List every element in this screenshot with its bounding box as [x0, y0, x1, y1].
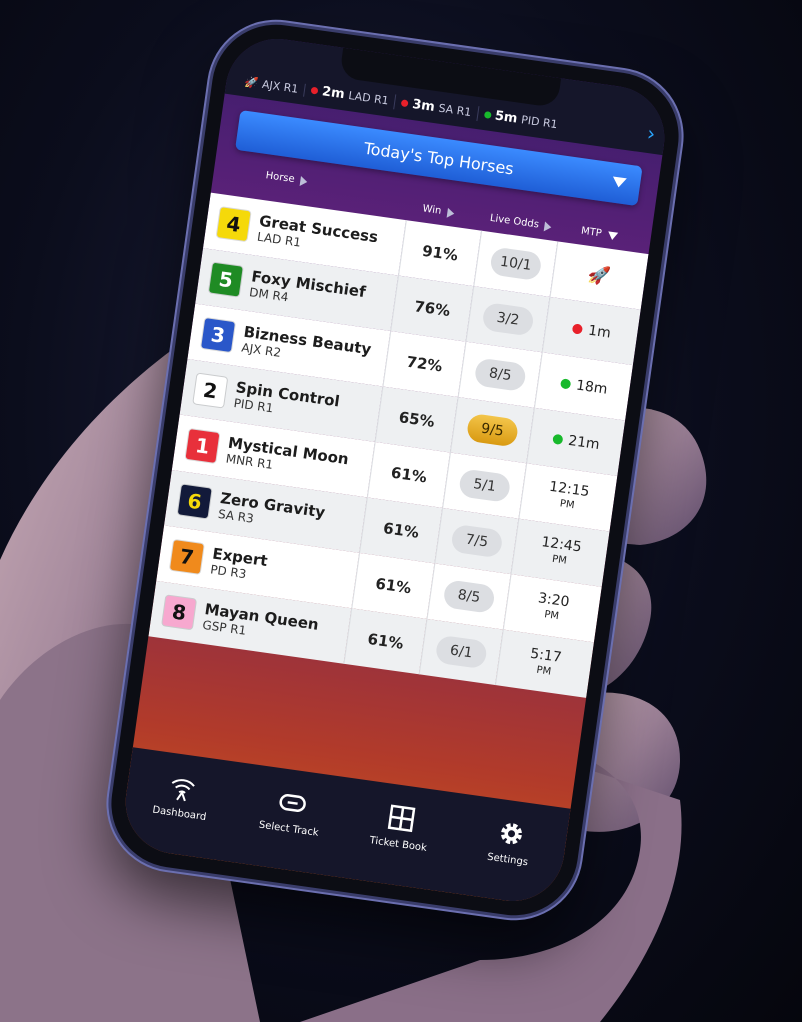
- win-percent: 91%: [397, 220, 482, 287]
- sort-arrow-icon: [446, 207, 455, 219]
- mtp-cell: 5:17 PM: [494, 629, 594, 698]
- ticker-track: SA R1: [437, 101, 473, 120]
- tab-ticket-book[interactable]: Ticket Book: [353, 797, 449, 856]
- sort-arrow-icon: [299, 175, 309, 187]
- mtp-minutes: 1m: [587, 322, 612, 342]
- win-percent: 61%: [351, 552, 435, 619]
- caret-down-icon: [611, 176, 627, 189]
- red-dot-icon: [310, 86, 319, 95]
- red-dot-icon: [571, 323, 584, 335]
- track-icon: [279, 794, 306, 812]
- odds-pill[interactable]: 8/5: [473, 357, 527, 393]
- ticker-item-pid[interactable]: 5m PID R1: [477, 106, 564, 133]
- app-screen: 🚀 AJX R1 2m LAD R1 3m SA R1 5m PID R1 › …: [118, 32, 672, 908]
- header-live-odds[interactable]: Live Odds: [489, 212, 553, 233]
- ticker-track: LAD R1: [347, 88, 390, 108]
- saddle-number: 5: [208, 262, 243, 297]
- odds-pill[interactable]: 6/1: [434, 634, 488, 670]
- odds-pill-hot[interactable]: 9/5: [465, 412, 520, 448]
- odds-cell: 3/2: [465, 286, 550, 353]
- saddle-number: 4: [216, 207, 251, 242]
- rocket-icon: 🚀: [586, 263, 612, 288]
- tab-label: Settings: [486, 851, 529, 869]
- win-percent: 72%: [382, 330, 466, 398]
- tab-label: Select Track: [258, 819, 320, 839]
- header-label: Horse: [264, 170, 296, 186]
- green-dot-icon: [483, 110, 492, 119]
- odds-cell: 9/5: [450, 397, 534, 464]
- ticker-item-sa[interactable]: 3m SA R1: [394, 94, 480, 122]
- ticker-track: AJX R1: [261, 77, 300, 96]
- win-percent: 65%: [374, 386, 458, 453]
- win-percent: 76%: [390, 275, 474, 342]
- odds-cell: 7/5: [434, 507, 519, 575]
- red-dot-icon: [400, 99, 409, 108]
- saddle-number: 7: [169, 539, 204, 574]
- saddle-number: 1: [185, 429, 220, 463]
- chevron-right-icon[interactable]: ›: [646, 121, 657, 146]
- horse-table: 4 Great Success LAD R1 91% 10/1 🚀 5 Foxy Mi…: [148, 192, 649, 698]
- ticker-time: 5m: [493, 108, 519, 127]
- win-percent: 61%: [343, 608, 427, 675]
- saddle-number: 2: [193, 373, 228, 408]
- ticker-time: 3m: [411, 96, 436, 115]
- odds-cell: 8/5: [426, 563, 511, 630]
- green-dot-icon: [559, 378, 571, 390]
- grid-icon: [388, 804, 416, 833]
- sort-arrow-icon: [607, 230, 619, 241]
- header-label: MTP: [580, 225, 603, 240]
- saddle-number: 3: [201, 318, 235, 353]
- odds-cell: 5/1: [442, 452, 526, 519]
- tab-label: Ticket Book: [368, 835, 428, 855]
- header-win[interactable]: Win: [421, 203, 455, 219]
- mtp-minutes: 21m: [567, 432, 601, 453]
- odds-pill[interactable]: 10/1: [489, 246, 543, 282]
- ticker-item-lad[interactable]: 2m LAD R1: [304, 81, 397, 110]
- odds-pill[interactable]: 3/2: [481, 301, 535, 337]
- header-mtp[interactable]: MTP: [580, 225, 619, 242]
- tab-settings[interactable]: Settings: [462, 813, 558, 872]
- win-percent: 61%: [366, 441, 451, 508]
- gear-icon: [500, 823, 522, 845]
- header-label: Live Odds: [489, 212, 540, 231]
- odds-pill[interactable]: 5/1: [457, 468, 512, 503]
- header-label: Win: [421, 203, 442, 217]
- odds-cell: 6/1: [418, 618, 503, 685]
- rocket-icon: 🚀: [243, 75, 260, 91]
- header-horse[interactable]: Horse: [264, 170, 309, 187]
- odds-cell: 8/5: [457, 341, 542, 408]
- mtp-minutes: 18m: [575, 376, 609, 398]
- ticker-item-ajx[interactable]: 🚀 AJX R1: [237, 74, 307, 97]
- wifi-icon: [171, 779, 196, 802]
- ticker-track: PID R1: [520, 113, 559, 132]
- saddle-number: 6: [177, 484, 212, 519]
- dropdown-label: Today's Top Horses: [362, 138, 515, 178]
- win-percent: 61%: [358, 497, 443, 564]
- odds-pill[interactable]: 7/5: [450, 523, 504, 559]
- odds-cell: 10/1: [473, 230, 558, 297]
- ticker-time: 2m: [321, 84, 346, 103]
- tab-dashboard[interactable]: Dashboard: [134, 766, 230, 825]
- tab-label: Dashboard: [151, 804, 207, 824]
- saddle-number: 8: [162, 595, 197, 630]
- odds-pill[interactable]: 8/5: [442, 579, 496, 614]
- sort-arrow-icon: [544, 221, 553, 232]
- tab-select-track[interactable]: Select Track: [243, 782, 339, 841]
- green-dot-icon: [551, 433, 564, 445]
